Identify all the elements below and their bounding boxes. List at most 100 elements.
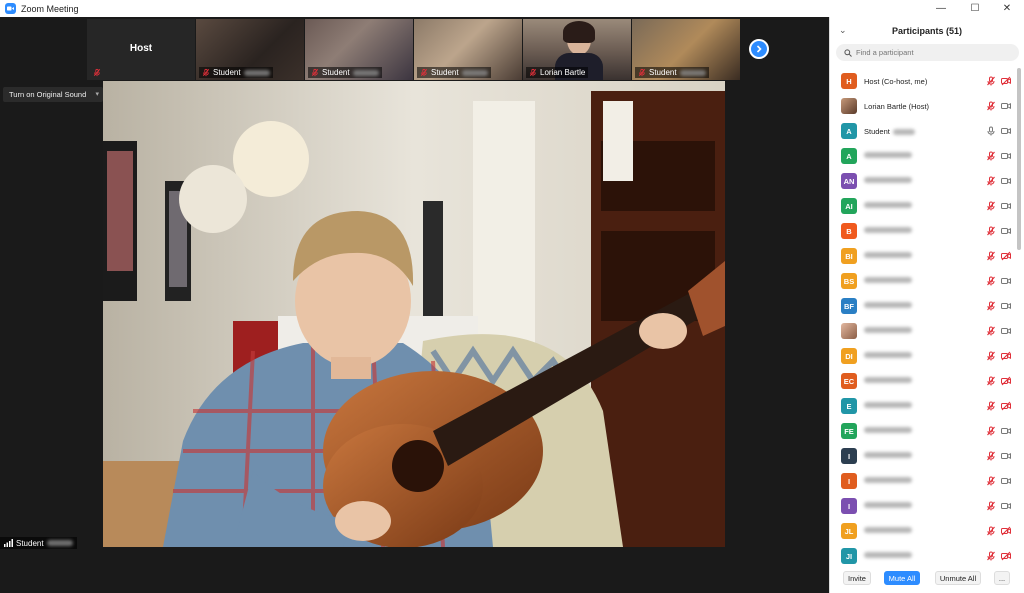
caret-down-icon[interactable]: ▾ <box>95 90 99 98</box>
video-icon <box>1001 327 1011 335</box>
participant-name <box>864 152 912 158</box>
redacted-name <box>864 252 912 258</box>
participant-status-icons <box>986 101 1011 111</box>
search-input[interactable] <box>856 48 1006 57</box>
maximize-button[interactable]: ☐ <box>958 0 992 17</box>
participants-scrollbar[interactable] <box>1017 68 1021 250</box>
participant-row[interactable]: EC <box>830 369 1017 394</box>
avatar: AI <box>841 198 857 214</box>
avatar: BI <box>841 248 857 264</box>
video-off-icon <box>1001 551 1011 561</box>
participant-hair <box>563 21 595 43</box>
participant-name <box>864 252 912 258</box>
video-icon <box>1001 202 1011 210</box>
tile-name-text: Student <box>322 68 350 77</box>
redacted-name <box>864 152 912 158</box>
video-icon <box>1001 152 1011 160</box>
avatar: I <box>841 473 857 489</box>
participant-search[interactable] <box>836 44 1019 61</box>
muted-mic-icon <box>987 501 995 511</box>
avatar: JL <box>841 523 857 539</box>
video-icon <box>1001 477 1011 485</box>
muted-mic-icon <box>420 68 428 77</box>
video-icon <box>1001 502 1011 510</box>
avatar-initials: BF <box>844 301 854 311</box>
participant-name <box>864 227 912 233</box>
active-speaker-video[interactable] <box>103 81 725 547</box>
video-icon <box>1001 177 1011 185</box>
gallery-tile[interactable]: Lorian Bartle <box>523 19 631 80</box>
participant-row[interactable]: BI <box>830 244 1017 269</box>
participant-status-icons <box>986 376 1011 386</box>
muted-mic-icon <box>987 426 995 436</box>
participant-row[interactable]: JI <box>830 544 1017 569</box>
muted-mic-icon <box>987 376 995 386</box>
muted-mic-icon <box>987 226 995 236</box>
redacted-name <box>864 552 912 558</box>
participant-row[interactable]: I <box>830 469 1017 494</box>
participant-row[interactable] <box>830 319 1017 344</box>
gallery-tile[interactable]: Host <box>87 19 195 80</box>
participant-status-icons <box>986 351 1011 361</box>
redacted-name <box>864 527 912 533</box>
tile-label: Student <box>417 67 491 78</box>
participant-row[interactable]: I <box>830 444 1017 469</box>
gallery-tile[interactable]: Student <box>632 19 740 80</box>
participant-name <box>864 402 912 408</box>
participant-status-icons <box>986 401 1011 411</box>
participant-row[interactable]: AN <box>830 169 1017 194</box>
participant-row[interactable]: JL <box>830 519 1017 544</box>
avatar: BF <box>841 298 857 314</box>
minimize-button[interactable]: — <box>924 0 958 17</box>
video-icon <box>1001 302 1011 310</box>
search-icon <box>844 48 852 57</box>
invite-button[interactable]: Invite <box>843 571 871 585</box>
video-off-icon <box>1001 251 1011 261</box>
more-options-button[interactable]: ... <box>994 571 1010 585</box>
participant-row[interactable]: A <box>830 144 1017 169</box>
avatar-initials: I <box>847 476 851 486</box>
muted-mic-icon <box>987 401 995 411</box>
original-sound-button[interactable]: Turn on Original Sound ▾ <box>3 87 103 102</box>
avatar-initials: AN <box>843 176 855 186</box>
participant-name <box>864 527 912 533</box>
video-off-icon <box>1001 76 1011 86</box>
participant-status-icons <box>986 526 1011 536</box>
participant-status-icons <box>986 451 1011 461</box>
next-page-button[interactable] <box>749 39 769 59</box>
close-button[interactable]: ✕ <box>990 0 1024 17</box>
participant-row[interactable]: A Student <box>830 119 1017 144</box>
participant-name <box>864 502 912 508</box>
meeting-area: Host Student Student Student Lorian Bartle St… <box>0 17 829 593</box>
avatar-initials: B <box>846 226 852 236</box>
gallery-tile[interactable]: Student <box>196 19 304 80</box>
avatar-initials: BI <box>845 251 853 261</box>
mute-all-button[interactable]: Mute All <box>884 571 920 585</box>
participant-row[interactable]: BF <box>830 294 1017 319</box>
redacted-name <box>864 502 912 508</box>
participant-row[interactable]: BS <box>830 269 1017 294</box>
avatar: JI <box>841 548 857 564</box>
chevron-down-icon[interactable]: ⌄ <box>839 25 847 36</box>
unmute-all-button[interactable]: Unmute All <box>935 571 981 585</box>
gallery-tile[interactable]: Student <box>414 19 522 80</box>
participant-name-text: Host (Co-host, me) <box>864 77 928 86</box>
participant-name <box>864 452 912 458</box>
participant-row[interactable]: FE <box>830 419 1017 444</box>
redacted-name <box>864 302 912 308</box>
avatar: I <box>841 448 857 464</box>
participant-row[interactable]: Lorian Bartle (Host) <box>830 94 1017 119</box>
participant-status-icons <box>986 201 1011 211</box>
participant-status-icons <box>986 326 1011 336</box>
participant-row[interactable]: DI <box>830 344 1017 369</box>
participant-row[interactable]: AI <box>830 194 1017 219</box>
participant-row[interactable]: I <box>830 494 1017 519</box>
gallery-tile[interactable]: Student <box>305 19 413 80</box>
tile-label: Student <box>308 67 382 78</box>
participant-row[interactable]: B <box>830 219 1017 244</box>
participant-status-icons <box>986 501 1011 511</box>
active-speaker-label: Student <box>0 537 77 549</box>
participant-row[interactable]: H Host (Co-host, me) <box>830 69 1017 94</box>
participant-row[interactable]: E <box>830 394 1017 419</box>
muted-mic-icon <box>311 68 319 77</box>
